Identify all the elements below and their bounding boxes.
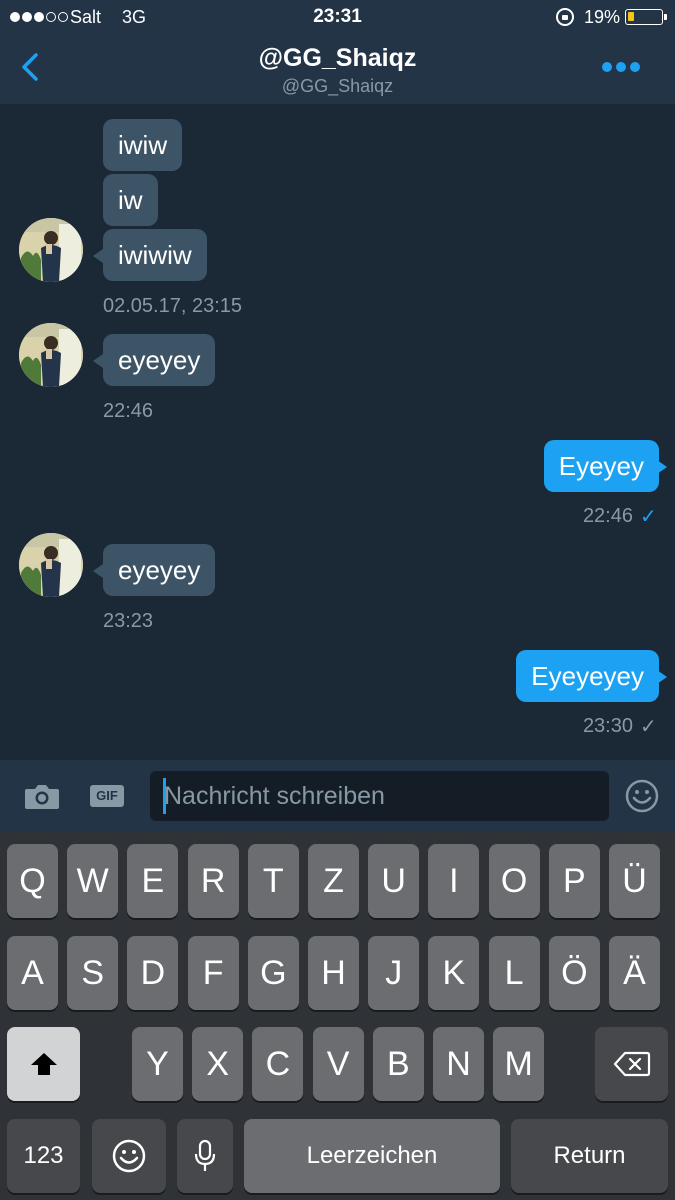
emoji-icon[interactable] [625,779,659,813]
key-s[interactable]: S [67,936,119,1010]
message-bubble-outgoing[interactable]: Eyeyeyey [516,650,659,702]
key-k[interactable]: K [428,936,480,1010]
message-timestamp: 22:46 [582,505,633,527]
space-key[interactable]: Leerzeichen [244,1119,500,1193]
message-bubble-incoming[interactable]: iwiw [103,119,183,171]
more-options-icon[interactable] [602,62,640,72]
key-c[interactable]: C [252,1027,304,1101]
key-w[interactable]: W [67,844,119,918]
conversation-header: @GG_Shaiqz @GG_Shaiqz [0,34,675,104]
avatar[interactable] [19,533,83,597]
key-ü[interactable]: Ü [609,844,660,918]
key-v[interactable]: V [312,1027,364,1101]
battery-percent: 19% [584,7,621,27]
backspace-icon [613,1051,650,1077]
key-ö[interactable]: Ö [548,936,600,1010]
key-q[interactable]: Q [7,844,58,918]
microphone-icon [194,1139,216,1171]
text-caret [163,778,166,814]
message-bubble-incoming[interactable]: iw [103,174,158,226]
key-y[interactable]: Y [132,1027,183,1101]
key-g[interactable]: G [247,936,299,1010]
key-h[interactable]: H [308,936,359,1010]
battery-icon [625,9,667,25]
avatar[interactable] [19,323,83,387]
key-d[interactable]: D [127,936,179,1010]
message-timestamp: 23:23 [103,610,154,632]
conversation-title: @GG_Shaiqz [258,44,417,72]
message-list[interactable]: iwiw iw iwiwiw 02.05.17, 23:15 eyeyey 22… [0,104,675,760]
read-check-icon: ✓ [640,506,657,528]
avatar[interactable] [19,218,83,282]
numbers-key[interactable]: 123 [7,1119,80,1193]
key-m[interactable]: M [493,1027,545,1101]
message-timestamp: 23:30 [582,715,633,737]
gif-icon[interactable]: GIF [90,785,124,807]
key-o[interactable]: O [488,844,540,918]
message-timestamp: 22:46 [103,400,154,422]
emoji-keyboard-key[interactable] [92,1119,166,1193]
key-i[interactable]: I [428,844,480,918]
keyboard: 123 Leerzeichen Return QWERTZUIOPÜ ASDFGH… [0,832,675,1200]
key-j[interactable]: J [368,936,420,1010]
key-p[interactable]: P [548,844,600,918]
key-n[interactable]: N [433,1027,484,1101]
message-composer: GIF [0,760,675,832]
rotation-lock-icon [556,8,574,26]
backspace-key[interactable] [595,1027,668,1101]
message-bubble-incoming[interactable]: iwiwiw [103,229,207,281]
key-e[interactable]: E [127,844,179,918]
key-t[interactable]: T [247,844,299,918]
key-x[interactable]: X [192,1027,244,1101]
shift-key[interactable] [7,1027,80,1101]
key-b[interactable]: B [372,1027,424,1101]
conversation-handle: @GG_Shaiqz [281,76,394,96]
key-z[interactable]: Z [308,844,359,918]
key-u[interactable]: U [368,844,420,918]
key-l[interactable]: L [488,936,540,1010]
status-bar: Salt 3G 23:31 19% [0,0,675,34]
key-a[interactable]: A [7,936,58,1010]
message-bubble-outgoing[interactable]: Eyeyey [543,440,659,492]
camera-icon[interactable] [24,782,60,810]
dictation-key[interactable] [177,1119,233,1193]
shift-arrow-icon [30,1053,57,1075]
emoji-icon [112,1139,146,1173]
message-timestamp: 02.05.17, 23:15 [103,295,243,317]
message-bubble-incoming[interactable]: eyeyey [103,544,216,596]
return-key[interactable]: Return [511,1119,668,1193]
sent-check-icon: ✓ [640,716,657,738]
battery-level-fill [628,12,634,21]
key-ä[interactable]: Ä [609,936,660,1010]
key-f[interactable]: F [187,936,239,1010]
key-r[interactable]: R [187,844,239,918]
message-bubble-incoming[interactable]: eyeyey [103,334,216,386]
message-input[interactable] [150,771,609,821]
